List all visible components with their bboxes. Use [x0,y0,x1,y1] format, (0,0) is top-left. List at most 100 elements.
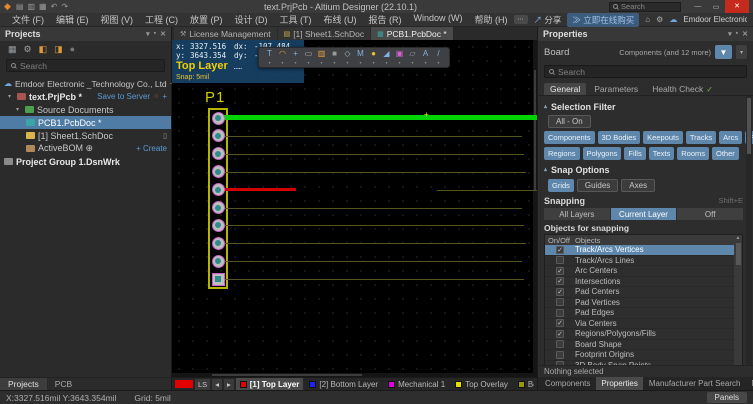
all-on-button[interactable]: All - On [548,115,591,128]
document-tab[interactable]: ⚒License Management [174,27,277,40]
new-document-icon[interactable]: ▤ [16,2,24,11]
menu-item-1[interactable]: 编辑 (E) [50,13,95,26]
routed-track-net1[interactable] [218,115,537,120]
table-row[interactable]: ✓Track/Arcs Vertices [545,245,734,256]
menu-item-8[interactable]: 报告 (R) [363,13,408,26]
panel-close-icon[interactable]: ✕ [742,30,748,38]
panel-tab-properties[interactable]: Properties [596,377,642,390]
filter-regions-button[interactable]: Regions [544,147,580,160]
comment-icon[interactable]: ⋯ [514,15,528,24]
document-tab[interactable]: ▤[1] Sheet1.SchDoc [278,27,371,40]
menu-item-3[interactable]: 工程 (C) [139,13,184,26]
menu-item-9[interactable]: Window (W) [408,13,469,26]
menu-item-4[interactable]: 放置 (P) [184,13,229,26]
layer-tab--1-top-layer[interactable]: [1] Top Layer [236,378,304,391]
undo-icon[interactable]: ↶ [51,2,58,11]
filter-fills-button[interactable]: Fills [624,147,645,160]
panel-tab-manufacturer-part-search[interactable]: Manufacturer Part Search [644,377,746,390]
tab-general[interactable]: General [544,83,586,95]
properties-search-input[interactable]: Search [544,65,747,78]
table-row[interactable]: ✓Via Centers [545,319,734,330]
table-row[interactable]: ✓Regions/Polygons/Fills [545,329,734,340]
tree-item-sch-doc[interactable]: [1] Sheet1.SchDoc ▯ [0,129,171,142]
table-row[interactable]: ✓Intersections [545,277,734,288]
pad-tool-icon[interactable]: ●▾ [368,49,379,67]
selection-filter-section-header[interactable]: ▴ Selection Filter [544,100,743,113]
pad-3[interactable] [212,147,225,160]
fill-tool-icon[interactable]: ■▾ [329,49,340,67]
segment-current-layer[interactable]: Current Layer [611,208,677,220]
table-row[interactable]: ✓Pad Centers [545,287,734,298]
pad-5[interactable] [212,183,225,196]
open-icon[interactable]: ▥ [27,2,35,11]
filter-arcs-button[interactable]: Arcs [719,131,742,144]
minimize-button[interactable]: — [689,3,707,10]
checkbox[interactable] [556,361,564,365]
tab-health-check[interactable]: Health Check✓ [646,83,719,95]
pad-1[interactable] [212,112,225,125]
checkbox[interactable] [556,256,564,264]
panel-pin-icon[interactable]: ▪ [736,30,738,38]
filter-rooms-button[interactable]: Rooms [677,147,709,160]
menu-item-0[interactable]: 文件 (F) [6,13,50,26]
save-to-server-link[interactable]: Save to Server [97,92,150,101]
checkbox[interactable]: ✓ [556,267,564,275]
canvas-h-scrollbar[interactable] [172,373,537,377]
column-tool-icon[interactable]: ▥▾ [316,49,327,67]
component-designator[interactable]: P1 [205,89,225,106]
pad-4[interactable] [212,165,225,178]
checkbox[interactable]: ✓ [556,277,564,285]
menu-item-6[interactable]: 工具 (T) [274,13,318,26]
snap-guides-button[interactable]: Guides [577,179,618,192]
filter-components-button[interactable]: Components [544,131,595,144]
checkbox[interactable] [556,298,564,306]
move-tool-icon[interactable]: +▾ [290,49,301,67]
table-row[interactable]: Board Shape [545,340,734,351]
chevron-down-icon[interactable]: ▾ [16,106,22,113]
table-row[interactable]: Footprint Origins [545,350,734,361]
filter-texts-button[interactable]: Texts [649,147,675,160]
scroll-left-icon[interactable]: ◂ [212,379,222,390]
filter-3d-bodies-button[interactable]: 3D Bodies [598,131,641,144]
pad-2[interactable] [212,129,225,142]
rect-tool-icon[interactable]: ▭▾ [303,49,314,67]
chevron-down-icon[interactable]: ▾ [8,93,14,100]
scroll-up-icon[interactable]: ▲ [734,235,742,241]
panel-pin-icon[interactable]: ▪ [154,30,156,38]
table-scrollbar[interactable]: ▲ ▼ [734,235,742,365]
projects-search-input[interactable]: Search [6,59,165,72]
tree-item-workspace[interactable]: ☁ Emdoor Electronic _Technology Co., Ltd… [0,77,171,90]
filter-other-button[interactable]: Other [712,147,739,160]
dimension-tool-icon[interactable]: M▾ [355,49,366,67]
refresh-icon[interactable]: ● [70,44,75,54]
pad-7[interactable] [212,219,225,232]
home-icon[interactable]: ⌂ [645,15,650,24]
room-tool-icon[interactable]: ▱▾ [407,49,418,67]
account-name[interactable]: Emdoor Electronic _Technology Co., Ltd [683,15,747,24]
layer-tab--2-bottom-layer[interactable]: [2] Bottom Layer [305,378,382,391]
buy-online-button[interactable]: ≫ 立即在线购买 [567,13,639,27]
tree-item-pcb-doc[interactable]: PCB1.PcbDoc * ◌ [0,116,171,129]
panel-menu-icon[interactable]: ▾ [146,30,150,38]
panel-tab-pcb[interactable]: PCB [47,378,80,390]
string-tool-icon[interactable]: T▾ [264,49,275,67]
settings-icon[interactable]: ⚙ [24,44,32,55]
table-row[interactable]: ✓Arc Centers [545,266,734,277]
create-link[interactable]: + Create [136,144,167,153]
panel-close-icon[interactable]: ✕ [160,30,166,38]
panel-menu-icon[interactable]: ▾ [728,30,732,38]
checkbox[interactable]: ✓ [556,288,564,296]
filter-icon[interactable]: ▼ [715,45,732,59]
menu-item-10[interactable]: 帮助 (H) [469,13,514,26]
close-button[interactable]: ✕ [725,0,749,13]
global-search-input[interactable]: Search [609,2,681,12]
layer-tab-top-overlay[interactable]: Top Overlay [451,378,512,391]
share-button[interactable]: ↗ 分享 [534,14,562,26]
tree-item-activebom[interactable]: ActiveBOM ⊕ + Create [0,142,171,155]
segment-off[interactable]: Off [677,208,743,220]
checkbox[interactable]: ✓ [556,330,564,338]
scroll-right-icon[interactable]: ▸ [224,379,234,390]
snap-grids-button[interactable]: Grids [548,179,574,192]
table-row[interactable]: 3D Body Snap Points [545,361,734,366]
checkbox[interactable] [556,309,564,317]
